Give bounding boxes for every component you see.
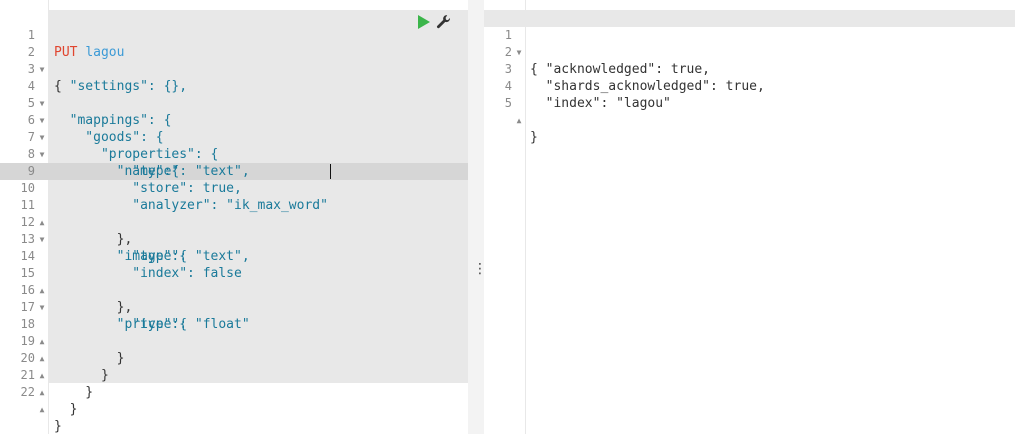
fold-up-icon[interactable]: ▲	[514, 112, 524, 129]
request-line: 14 "index": false	[0, 231, 242, 281]
request-editor[interactable]: 1 PUT lagou 2 ▼ { 3 "settings": {}, 4 ▼ …	[0, 0, 468, 434]
request-line: 4 ▼ "mappings": {	[0, 61, 172, 128]
code-text: }	[54, 419, 62, 434]
vertical-dots-icon[interactable]: ⋮	[473, 262, 487, 276]
response-line: 1 ▼ {	[484, 10, 538, 77]
request-line: 1 PUT lagou	[0, 10, 125, 60]
wrench-icon[interactable]	[436, 14, 452, 30]
request-line: 19 ▲ }	[0, 316, 109, 383]
response-line: 4 "index": "lagou"	[484, 61, 671, 111]
code-text: "analyzer": "ik_max_word"	[54, 198, 328, 213]
request-line: 7 ▼ "name":{	[0, 112, 179, 179]
code-text: "store": true,	[54, 181, 242, 196]
request-line: 5 ▼ "goods": {	[0, 78, 164, 145]
console-app: 1 PUT lagou 2 ▼ { 3 "settings": {}, 4 ▼ …	[0, 0, 1015, 434]
fold-up-icon[interactable]: ▲	[37, 401, 47, 418]
request-line: 15 ▲ },	[0, 248, 133, 315]
request-line: 17 "type": "float"	[0, 282, 250, 332]
code-text: "type": "float"	[54, 317, 250, 332]
code-text: "shards_acknowledged": true,	[530, 79, 765, 94]
request-line-text[interactable]: PUT lagou	[54, 44, 124, 61]
response-line: 2 "acknowledged": true,	[484, 27, 710, 77]
code-text: }	[54, 351, 125, 366]
line-number: 22	[20, 385, 35, 399]
request-line: 21 ▲ }	[0, 350, 78, 417]
text-cursor	[330, 164, 331, 179]
request-line: 6 ▼ "properties": {	[0, 95, 219, 162]
code-text: "acknowledged": true,	[530, 62, 711, 77]
code-text: },	[54, 300, 133, 315]
request-line: 2 ▼ {	[0, 27, 62, 94]
play-icon[interactable]	[418, 15, 430, 29]
response-active-line	[484, 10, 1015, 27]
response-line: 3 "shards_acknowledged": true,	[484, 44, 765, 94]
code-text: "goods": {	[54, 130, 164, 145]
code-text: }	[54, 368, 109, 383]
line-number: 5	[504, 96, 512, 110]
code-text: "settings": {},	[54, 79, 188, 94]
request-toolbar	[418, 12, 452, 32]
request-line-active: 10 "analyzer": "ik_max_word"	[0, 163, 328, 213]
request-line: 20 ▲ }	[0, 333, 94, 400]
pane-splitter[interactable]: ⋮	[468, 0, 487, 434]
code-text: },	[54, 232, 133, 247]
request-url: lagou	[85, 45, 125, 60]
http-method: PUT	[54, 45, 78, 60]
request-line: 18 ▲ }	[0, 299, 125, 366]
code-text: "type": "text",	[54, 164, 250, 179]
request-line: 13 "type": "text",	[0, 214, 250, 264]
request-line: 9 "store": true,	[0, 146, 242, 196]
code-text: "index": false	[54, 266, 242, 281]
request-line: 3 "settings": {},	[0, 44, 187, 94]
response-viewer: 1 ▼ { 2 "acknowledged": true, 3 "shards_…	[484, 0, 1015, 434]
request-line: 16 ▼ "price":{	[0, 265, 188, 332]
code-text: }	[530, 130, 538, 145]
request-line: 11 ▲ },	[0, 180, 133, 247]
request-line: 8 "type": "text",	[0, 129, 250, 179]
code-text: "properties": {	[54, 147, 219, 162]
code-text: "mappings": {	[54, 113, 172, 128]
code-text: "type": "text",	[54, 249, 250, 264]
request-line: 12 ▼ "image":{	[0, 197, 188, 264]
code-text: "index": "lagou"	[530, 96, 671, 111]
code-text: }	[54, 402, 78, 417]
response-line: 5 ▲ }	[484, 78, 538, 145]
code-text: }	[54, 385, 94, 400]
request-line: 22 ▲ }	[0, 367, 62, 434]
